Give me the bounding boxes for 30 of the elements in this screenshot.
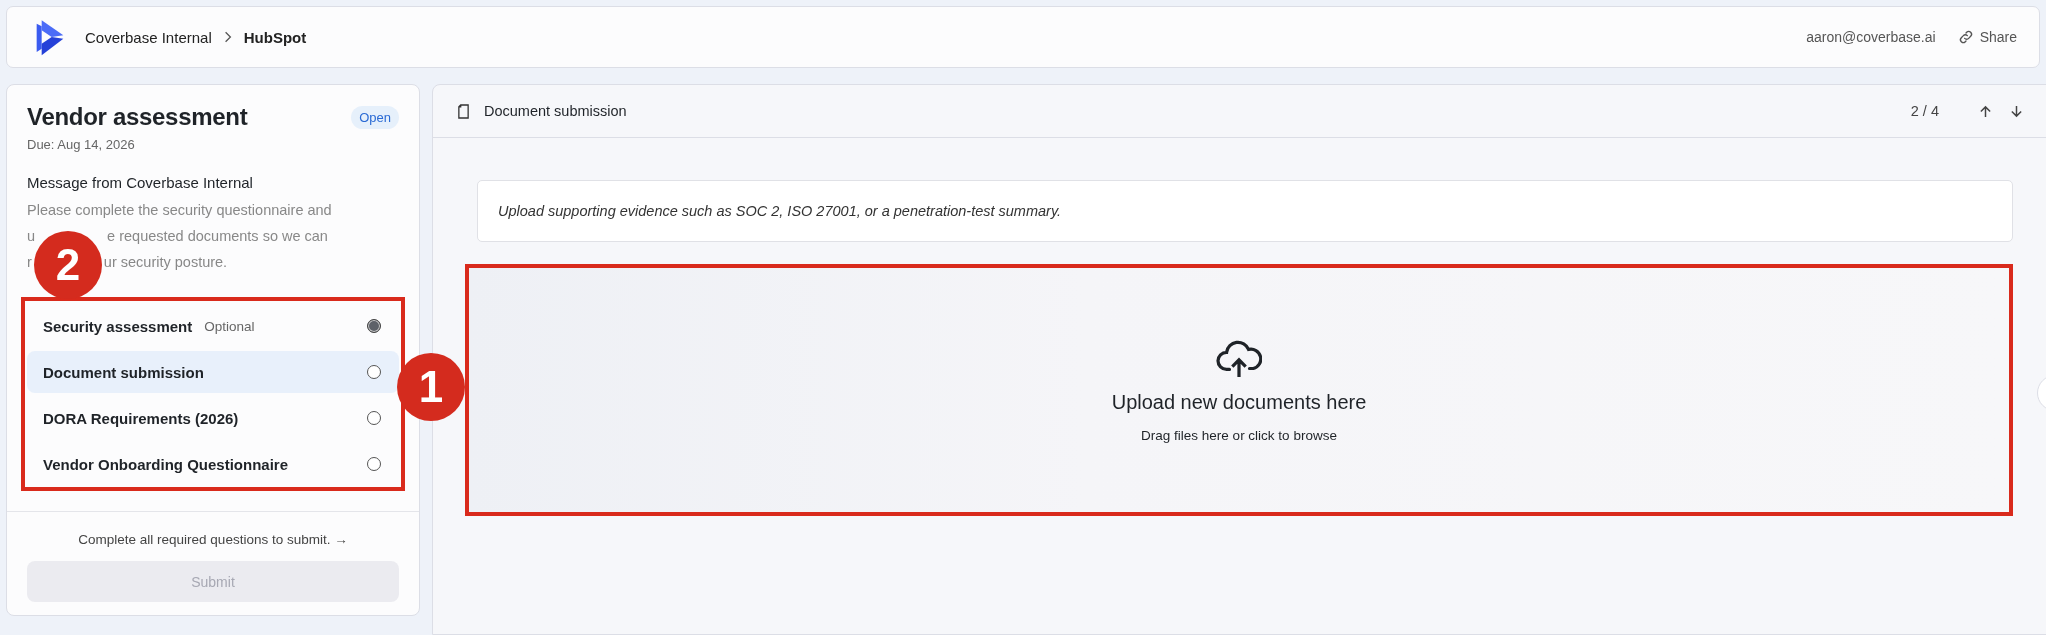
breadcrumb-link[interactable]: Coverbase Internal bbox=[85, 28, 212, 46]
section-item[interactable]: DORA Requirements (2026) bbox=[27, 397, 399, 439]
arrow-down-icon[interactable] bbox=[2010, 104, 2023, 118]
message-text: r bbox=[27, 253, 32, 272]
submit-hint: Complete all required questions to submit. → bbox=[78, 532, 348, 547]
message-text: ur security posture. bbox=[103, 253, 228, 272]
section-item[interactable]: Security assessment Optional bbox=[27, 305, 399, 347]
assessment-title: Vendor assessment bbox=[27, 103, 248, 131]
user-email: aaron@coverbase.ai bbox=[1806, 29, 1936, 45]
optional-tag: Optional bbox=[204, 318, 255, 334]
link-icon bbox=[1957, 29, 1974, 45]
message-heading: Message from Coverbase Internal bbox=[27, 174, 254, 191]
section-item[interactable]: Document submission bbox=[27, 351, 399, 393]
message-text: u bbox=[27, 227, 36, 246]
chevron-icon bbox=[223, 31, 232, 43]
breadcrumb-current: HubSpot bbox=[243, 28, 307, 46]
message-text: Please complete the security questionnaire and bbox=[27, 201, 332, 220]
callout-marker: 2 bbox=[34, 231, 102, 299]
status-badge: Open bbox=[351, 105, 399, 129]
section-item[interactable]: Vendor Onboarding Questionnaire bbox=[27, 443, 399, 485]
logo-icon[interactable] bbox=[35, 18, 65, 56]
arrow-up-icon[interactable] bbox=[1979, 104, 1992, 118]
message-text: e requested documents so we can bbox=[107, 227, 328, 246]
section-title: Document submission bbox=[484, 103, 627, 119]
document-icon bbox=[457, 103, 470, 119]
page-counter: 2 / 4 bbox=[1910, 103, 1939, 119]
due-date: Due: Aug 14, 2026 bbox=[27, 137, 136, 152]
share-button[interactable]: Share bbox=[1957, 29, 2017, 45]
callout-marker: 1 bbox=[397, 353, 465, 421]
instructions-text: Upload supporting evidence such as SOC 2, ISO 27001, or a penetration-test summary. bbox=[498, 203, 1062, 219]
